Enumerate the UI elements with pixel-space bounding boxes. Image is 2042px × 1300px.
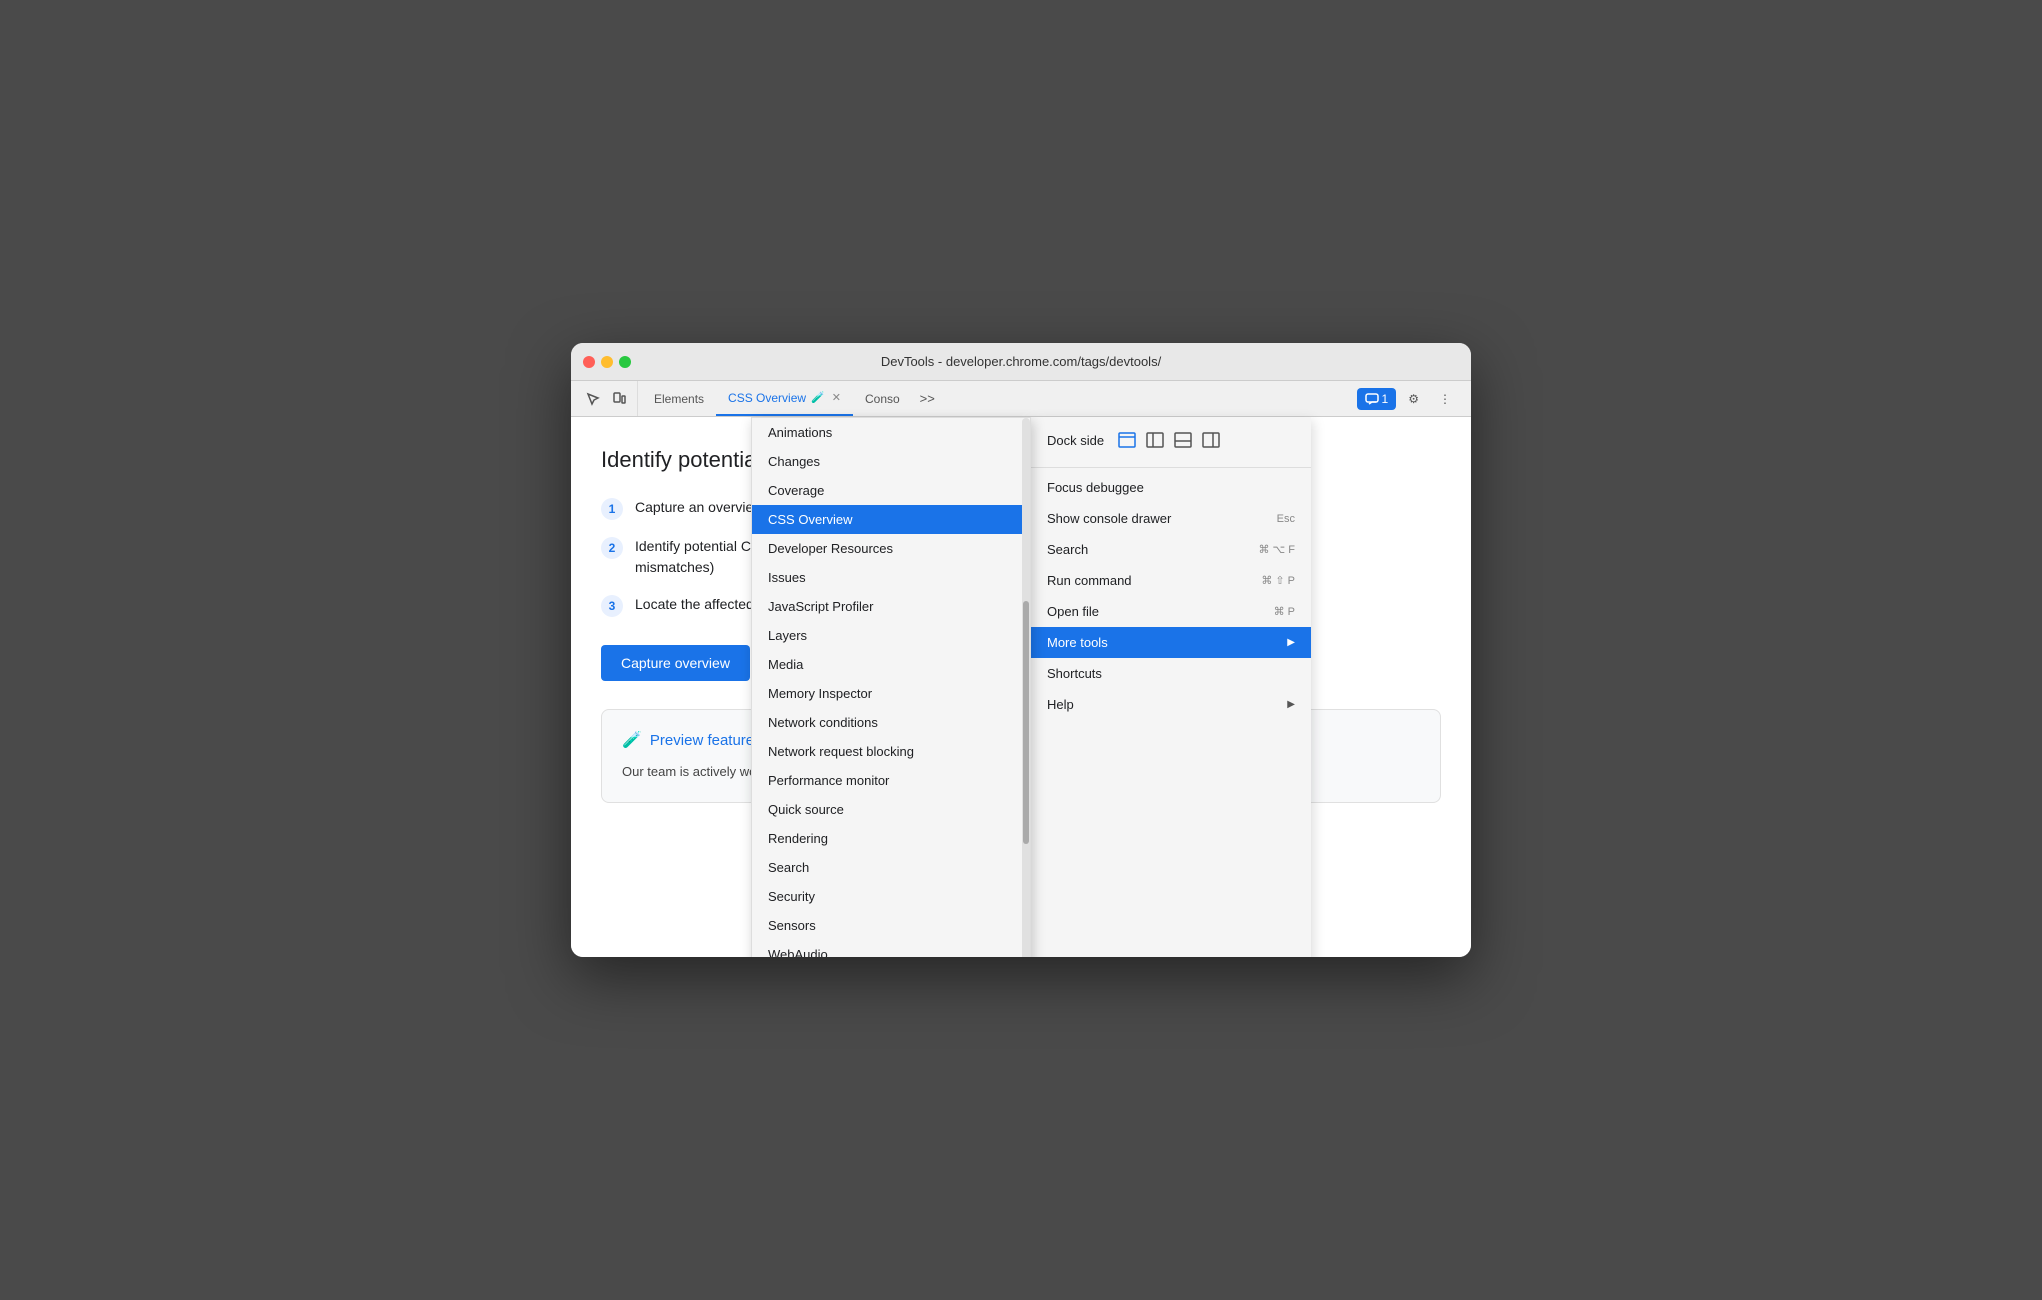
menu-item-network-request-blocking[interactable]: Network request blocking (752, 737, 1030, 766)
tab-elements[interactable]: Elements (642, 381, 716, 416)
right-menu-item-search[interactable]: Search⌘ ⌥ F (1031, 534, 1311, 565)
dock-side-label: Dock side (1047, 433, 1104, 448)
menu-item-javascript-profiler[interactable]: JavaScript Profiler (752, 592, 1030, 621)
more-options-button[interactable]: ⋮ (1431, 388, 1459, 410)
menu-item-performance-monitor[interactable]: Performance monitor (752, 766, 1030, 795)
flask-tab-icon: 🧪 (811, 391, 825, 404)
step-number-2: 2 (601, 537, 623, 559)
device-mode-icon[interactable] (607, 387, 631, 411)
menu-item-quick-source[interactable]: Quick source (752, 795, 1030, 824)
dropdowns-overlay: AnimationsChangesCoverageCSS OverviewDev… (751, 417, 1311, 957)
minimize-button[interactable] (601, 356, 613, 368)
maximize-button[interactable] (619, 356, 631, 368)
right-menu-item-more-tools[interactable]: More tools▶ (1031, 627, 1311, 658)
menu-item-animations[interactable]: Animations (752, 418, 1030, 447)
menu-item-media[interactable]: Media (752, 650, 1030, 679)
dock-bottom-icon[interactable] (1172, 429, 1194, 451)
right-menu-item-open-file[interactable]: Open file⌘ P (1031, 596, 1311, 627)
menu-item-search[interactable]: Search (752, 853, 1030, 882)
scrollbar-thumb (1023, 601, 1029, 845)
menu-item-coverage[interactable]: Coverage (752, 476, 1030, 505)
tabbar: Elements CSS Overview 🧪 ✕ Conso >> 1 ⚙ (571, 381, 1471, 417)
traffic-lights (583, 356, 631, 368)
more-tools-menu: AnimationsChangesCoverageCSS OverviewDev… (751, 417, 1031, 957)
right-menu-item-show-console-drawer[interactable]: Show console drawerEsc (1031, 503, 1311, 534)
chat-button[interactable]: 1 (1357, 388, 1397, 410)
tab-console[interactable]: Conso (853, 381, 912, 416)
capture-overview-button[interactable]: Capture overview (601, 645, 750, 681)
menu-divider-1 (1031, 467, 1311, 468)
step-number-3: 3 (601, 595, 623, 617)
tabbar-right: 1 ⚙ ⋮ (1357, 381, 1467, 416)
menu-item-changes[interactable]: Changes (752, 447, 1030, 476)
titlebar: DevTools - developer.chrome.com/tags/dev… (571, 343, 1471, 381)
menu-item-rendering[interactable]: Rendering (752, 824, 1030, 853)
right-menu-item-help[interactable]: Help▶ (1031, 689, 1311, 720)
tab-close-icon[interactable]: ✕ (832, 391, 841, 404)
tab-icons (575, 381, 638, 416)
step-number-1: 1 (601, 498, 623, 520)
settings-button[interactable]: ⚙ (1400, 388, 1427, 410)
dock-section: Dock side (1031, 417, 1311, 463)
tab-css-overview[interactable]: CSS Overview 🧪 ✕ (716, 381, 853, 416)
window-title: DevTools - developer.chrome.com/tags/dev… (881, 354, 1161, 369)
dock-undocked-icon[interactable] (1116, 429, 1138, 451)
close-button[interactable] (583, 356, 595, 368)
menu-item-memory-inspector[interactable]: Memory Inspector (752, 679, 1030, 708)
right-context-menu: Dock side (1031, 417, 1311, 957)
main-area: Identify potential CSS improveme 1 Captu… (571, 417, 1471, 957)
menu-item-developer-resources[interactable]: Developer Resources (752, 534, 1030, 563)
menu-item-network-conditions[interactable]: Network conditions (752, 708, 1030, 737)
right-menu-item-run-command[interactable]: Run command⌘ ⇧ P (1031, 565, 1311, 596)
devtools-window: DevTools - developer.chrome.com/tags/dev… (571, 343, 1471, 957)
right-menu-item-shortcuts[interactable]: Shortcuts (1031, 658, 1311, 689)
preview-flask-icon: 🧪 (622, 730, 642, 750)
menu-item-layers[interactable]: Layers (752, 621, 1030, 650)
dock-left-icon[interactable] (1144, 429, 1166, 451)
select-mode-icon[interactable] (581, 387, 605, 411)
dock-right-icon[interactable] (1200, 429, 1222, 451)
menu-scrollbar[interactable] (1022, 418, 1030, 957)
menu-item-issues[interactable]: Issues (752, 563, 1030, 592)
menu-item-webaudio[interactable]: WebAudio (752, 940, 1030, 957)
dock-icons (1116, 429, 1222, 451)
menu-item-security[interactable]: Security (752, 882, 1030, 911)
right-menu-item-focus-debuggee[interactable]: Focus debuggee (1031, 472, 1311, 503)
menu-item-css-overview[interactable]: CSS Overview (752, 505, 1030, 534)
tab-more-button[interactable]: >> (912, 381, 943, 416)
menu-item-sensors[interactable]: Sensors (752, 911, 1030, 940)
